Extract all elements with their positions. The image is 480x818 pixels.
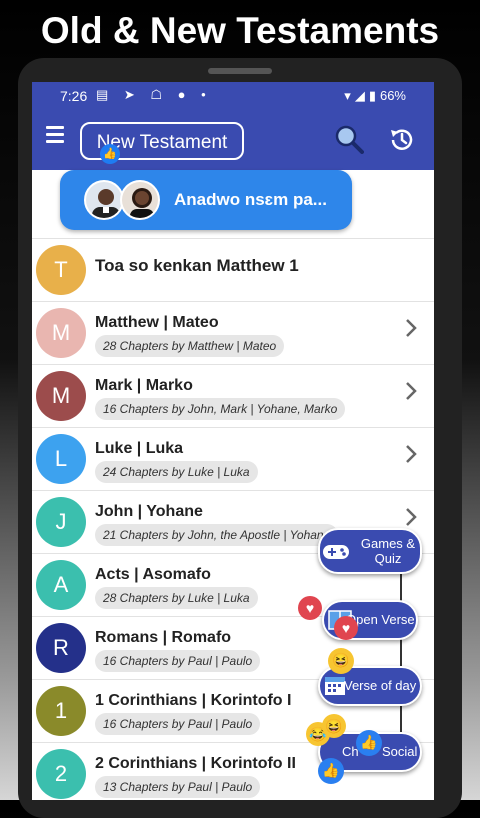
avatar-woman [120,180,160,220]
book-list: T Toa so kenkan Matthew 1 M Matthew | Mateo… [32,238,434,800]
book-letter-avatar: L [36,434,86,484]
social-label: Social [382,744,418,759]
wow-emoji-icon: 😆 [322,714,346,738]
games-quiz-button[interactable]: Games & Quiz [318,528,422,574]
avatar-man [84,180,124,220]
book-title: John | Yohane [95,503,203,520]
calendar-icon [325,677,345,695]
chapter-count-chip: 21 Chapters by John, the Apostle | Yohan… [95,524,339,546]
book-title: Matthew | Mateo [95,314,219,331]
book-title: Toa so kenkan Matthew 1 [95,256,299,275]
search-icon[interactable] [334,124,364,154]
continue-reading-row[interactable]: T Toa so kenkan Matthew 1 [32,238,434,302]
chevron-right-icon[interactable] [404,381,418,401]
gamepad-icon [323,545,349,559]
book-letter-avatar: 2 [36,749,86,799]
chapter-count-chip: 13 Chapters by Paul | Paulo [95,776,261,798]
laugh-emoji-icon: 😆 [328,648,354,674]
book-row[interactable]: L Luke | Luka 24 Chapters by Luke | Luka [32,428,434,491]
chapter-count-chip: 16 Chapters by Paul | Paulo [95,650,261,672]
verse-of-day-label: Verse of day [344,678,417,693]
book-letter-avatar: M [36,371,86,421]
app-screen: 7:26 ▤ ➤ ☖ ● • ▾ ◢ ▮ 66% New Testament 👍 An… [32,82,434,800]
thumbs-up-icon: 👍 [356,730,382,756]
book-letter-avatar: J [36,497,86,547]
status-bar: 7:26 ▤ ➤ ☖ ● • ▾ ◢ ▮ 66% [32,82,434,110]
status-time: 7:26 [60,88,88,104]
book-row[interactable]: M Mark | Marko 16 Chapters by John, Mark |… [32,365,434,428]
menu-icon[interactable] [46,126,64,147]
history-icon[interactable] [388,126,416,154]
fab-connector [400,572,402,742]
book-title: Luke | Luka [95,440,184,457]
battery-percent: 66% [379,88,406,103]
chevron-right-icon[interactable] [404,444,418,464]
chapter-count-chip: 28 Chapters by Luke | Luka [95,587,258,609]
daily-devotion-button[interactable]: Anadwo nsɛm pa... [60,170,352,230]
chevron-right-icon[interactable] [404,318,418,338]
devotion-label: Anadwo nsɛm pa... [174,190,327,209]
book-title: Romans | Romafo [95,629,232,646]
book-title: 2 Corinthians | Korintofo II [95,755,296,772]
notification-icons: ▤ ➤ ☖ ● • [96,87,212,102]
book-letter-avatar: A [36,560,86,610]
promo-banner-title: Old & New Testaments [40,10,440,51]
book-row[interactable]: M Matthew | Mateo 28 Chapters by Matthew |… [32,302,434,365]
chapter-count-chip: 24 Chapters by Luke | Luka [95,461,258,483]
heart-reaction-icon: ♥ [298,596,322,620]
chapter-count-chip: 28 Chapters by Matthew | Mateo [95,335,285,357]
book-letter-avatar: M [36,308,86,358]
thumbs-up-icon: 👍 [318,758,344,784]
book-title: 1 Corinthians | Korintofo I [95,692,292,709]
book-title: Mark | Marko [95,377,193,394]
book-title: Acts | Asomafo [95,566,211,583]
chevron-right-icon[interactable] [404,507,418,527]
thumbs-up-icon: 👍 [100,144,120,164]
book-letter-avatar: 1 [36,686,86,736]
status-right: ▾ ◢ ▮ 66% [340,88,406,104]
book-letter-avatar: R [36,623,86,673]
phone-speaker [208,68,272,74]
chapter-count-chip: 16 Chapters by Paul | Paulo [95,713,261,735]
battery-icon: ▮ [368,88,376,103]
app-bar: New Testament 👍 [32,110,434,170]
chapter-count-chip: 16 Chapters by John, Mark | Yohane, Mark… [95,398,346,420]
signal-icon: ◢ [354,88,365,103]
wifi-icon: ▾ [344,88,351,103]
book-letter-avatar: T [36,245,86,295]
games-quiz-label: Games & Quiz [360,536,416,566]
heart-reaction-icon: ♥ [334,616,358,640]
